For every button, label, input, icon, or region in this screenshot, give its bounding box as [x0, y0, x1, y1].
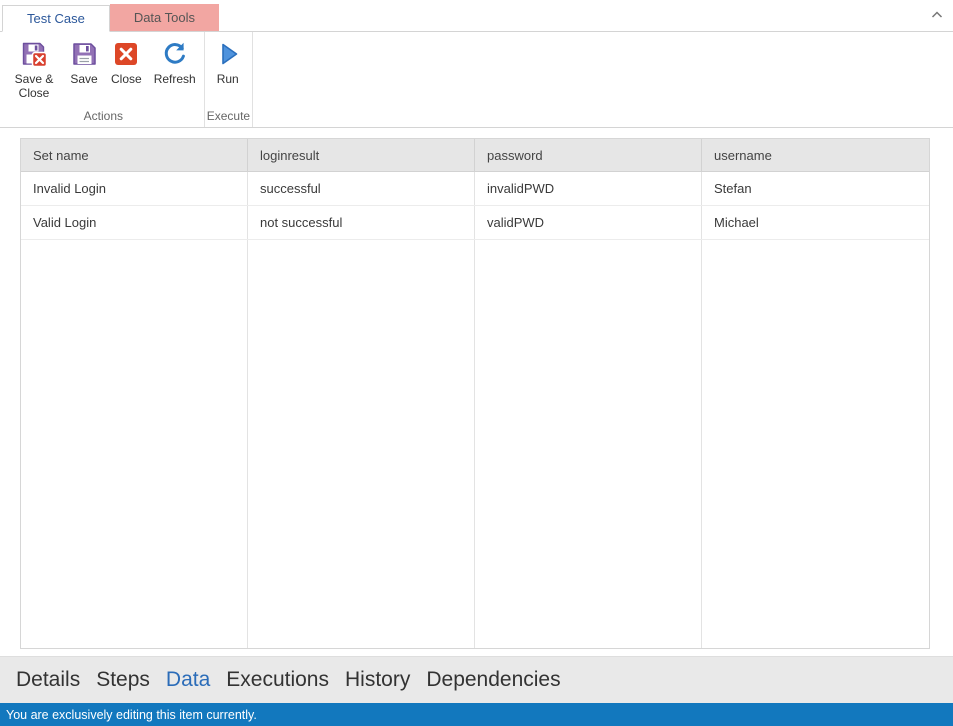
ribbon-group-actions: Save & Close Save	[3, 32, 205, 127]
close-icon	[111, 39, 141, 69]
ribbon: Save & Close Save	[0, 31, 953, 128]
table-cell[interactable]: Michael	[702, 206, 929, 239]
section-tab-bar: Details Steps Data Executions History De…	[0, 656, 953, 703]
button-label: Save	[70, 72, 97, 86]
column-header-username[interactable]: username	[702, 139, 929, 171]
table-cell[interactable]: Valid Login	[21, 206, 248, 239]
button-label: Save & Close	[11, 72, 57, 101]
button-label: Close	[111, 72, 142, 86]
ribbon-tab-test-case[interactable]: Test Case	[2, 5, 110, 32]
tab-executions[interactable]: Executions	[218, 668, 337, 692]
empty-column	[21, 240, 248, 648]
tab-data[interactable]: Data	[158, 668, 218, 692]
table-row[interactable]: Invalid Login successful invalidPWD Stef…	[21, 172, 929, 206]
table-cell[interactable]: Stefan	[702, 172, 929, 205]
table-cell[interactable]: Invalid Login	[21, 172, 248, 205]
column-header-loginresult[interactable]: loginresult	[248, 139, 475, 171]
app-window: Test Case Data Tools	[0, 0, 953, 726]
data-table: Set name loginresult password username I…	[20, 138, 930, 649]
tab-steps[interactable]: Steps	[88, 668, 158, 692]
tab-dependencies[interactable]: Dependencies	[418, 668, 568, 692]
empty-column	[475, 240, 702, 648]
table-cell[interactable]: successful	[248, 172, 475, 205]
group-label-execute: Execute	[207, 108, 250, 127]
ribbon-tab-strip: Test Case Data Tools	[0, 0, 953, 31]
status-bar: You are exclusively editing this item cu…	[0, 703, 953, 726]
table-cell[interactable]: validPWD	[475, 206, 702, 239]
button-label: Refresh	[154, 72, 196, 86]
table-row[interactable]: Valid Login not successful validPWD Mich…	[21, 206, 929, 240]
close-button[interactable]: Close	[105, 35, 148, 88]
save-and-close-button[interactable]: Save & Close	[5, 35, 63, 103]
ribbon-group-execute: Run Execute	[205, 32, 253, 127]
button-label: Run	[217, 72, 239, 86]
chevron-up-icon	[931, 6, 943, 24]
run-button[interactable]: Run	[207, 35, 249, 88]
table-empty-area	[21, 240, 929, 648]
save-icon	[69, 39, 99, 69]
tab-history[interactable]: History	[337, 668, 418, 692]
table-cell[interactable]: invalidPWD	[475, 172, 702, 205]
main-content: Set name loginresult password username I…	[0, 128, 953, 656]
table-cell[interactable]: not successful	[248, 206, 475, 239]
collapse-ribbon-button[interactable]	[929, 8, 945, 22]
group-label-actions: Actions	[5, 108, 202, 127]
run-icon	[213, 39, 243, 69]
status-message: You are exclusively editing this item cu…	[6, 708, 257, 722]
ribbon-tab-data-tools[interactable]: Data Tools	[110, 4, 219, 31]
table-header-row: Set name loginresult password username	[21, 139, 929, 172]
refresh-icon	[160, 39, 190, 69]
column-header-set-name[interactable]: Set name	[21, 139, 248, 171]
save-button[interactable]: Save	[63, 35, 105, 88]
tab-details[interactable]: Details	[8, 668, 88, 692]
save-close-icon	[19, 39, 49, 69]
refresh-button[interactable]: Refresh	[148, 35, 202, 88]
column-header-password[interactable]: password	[475, 139, 702, 171]
empty-column	[702, 240, 929, 648]
empty-column	[248, 240, 475, 648]
